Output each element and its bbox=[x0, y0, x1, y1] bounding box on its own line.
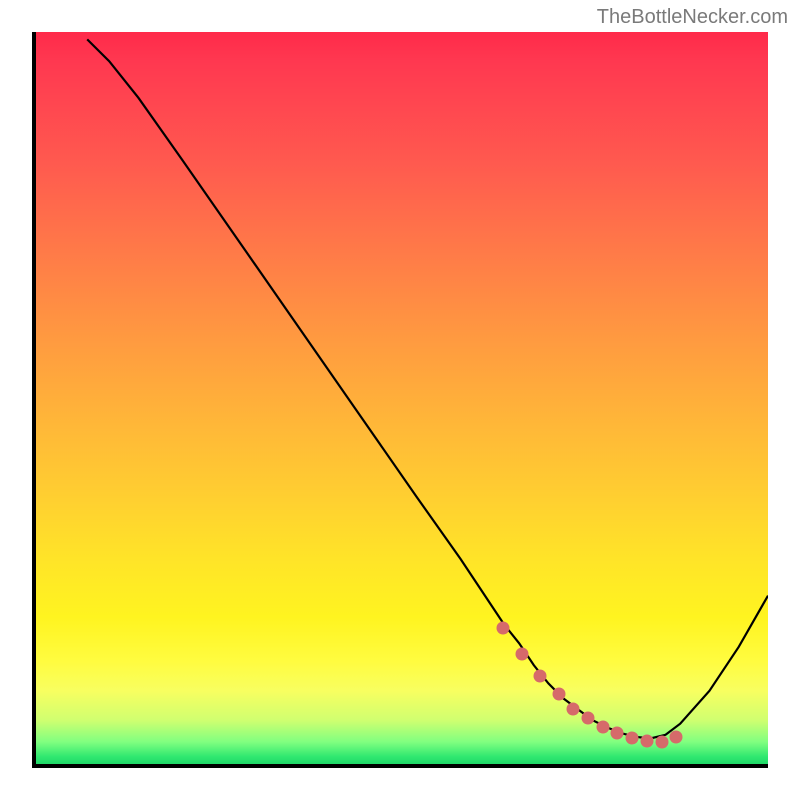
chart-marker bbox=[640, 734, 653, 747]
chart-marker bbox=[567, 703, 580, 716]
chart-marker bbox=[626, 731, 639, 744]
watermark-text: TheBottleNecker.com bbox=[597, 6, 788, 29]
chart-plot-area bbox=[32, 32, 768, 768]
chart-marker bbox=[655, 735, 668, 748]
chart-marker bbox=[670, 731, 683, 744]
chart-marker bbox=[515, 647, 528, 660]
chart-marker bbox=[611, 727, 624, 740]
chart-marker bbox=[582, 712, 595, 725]
chart-marker bbox=[534, 670, 547, 683]
chart-markers-group bbox=[36, 32, 768, 764]
chart-marker bbox=[552, 688, 565, 701]
chart-marker bbox=[497, 622, 510, 635]
chart-marker bbox=[596, 720, 609, 733]
